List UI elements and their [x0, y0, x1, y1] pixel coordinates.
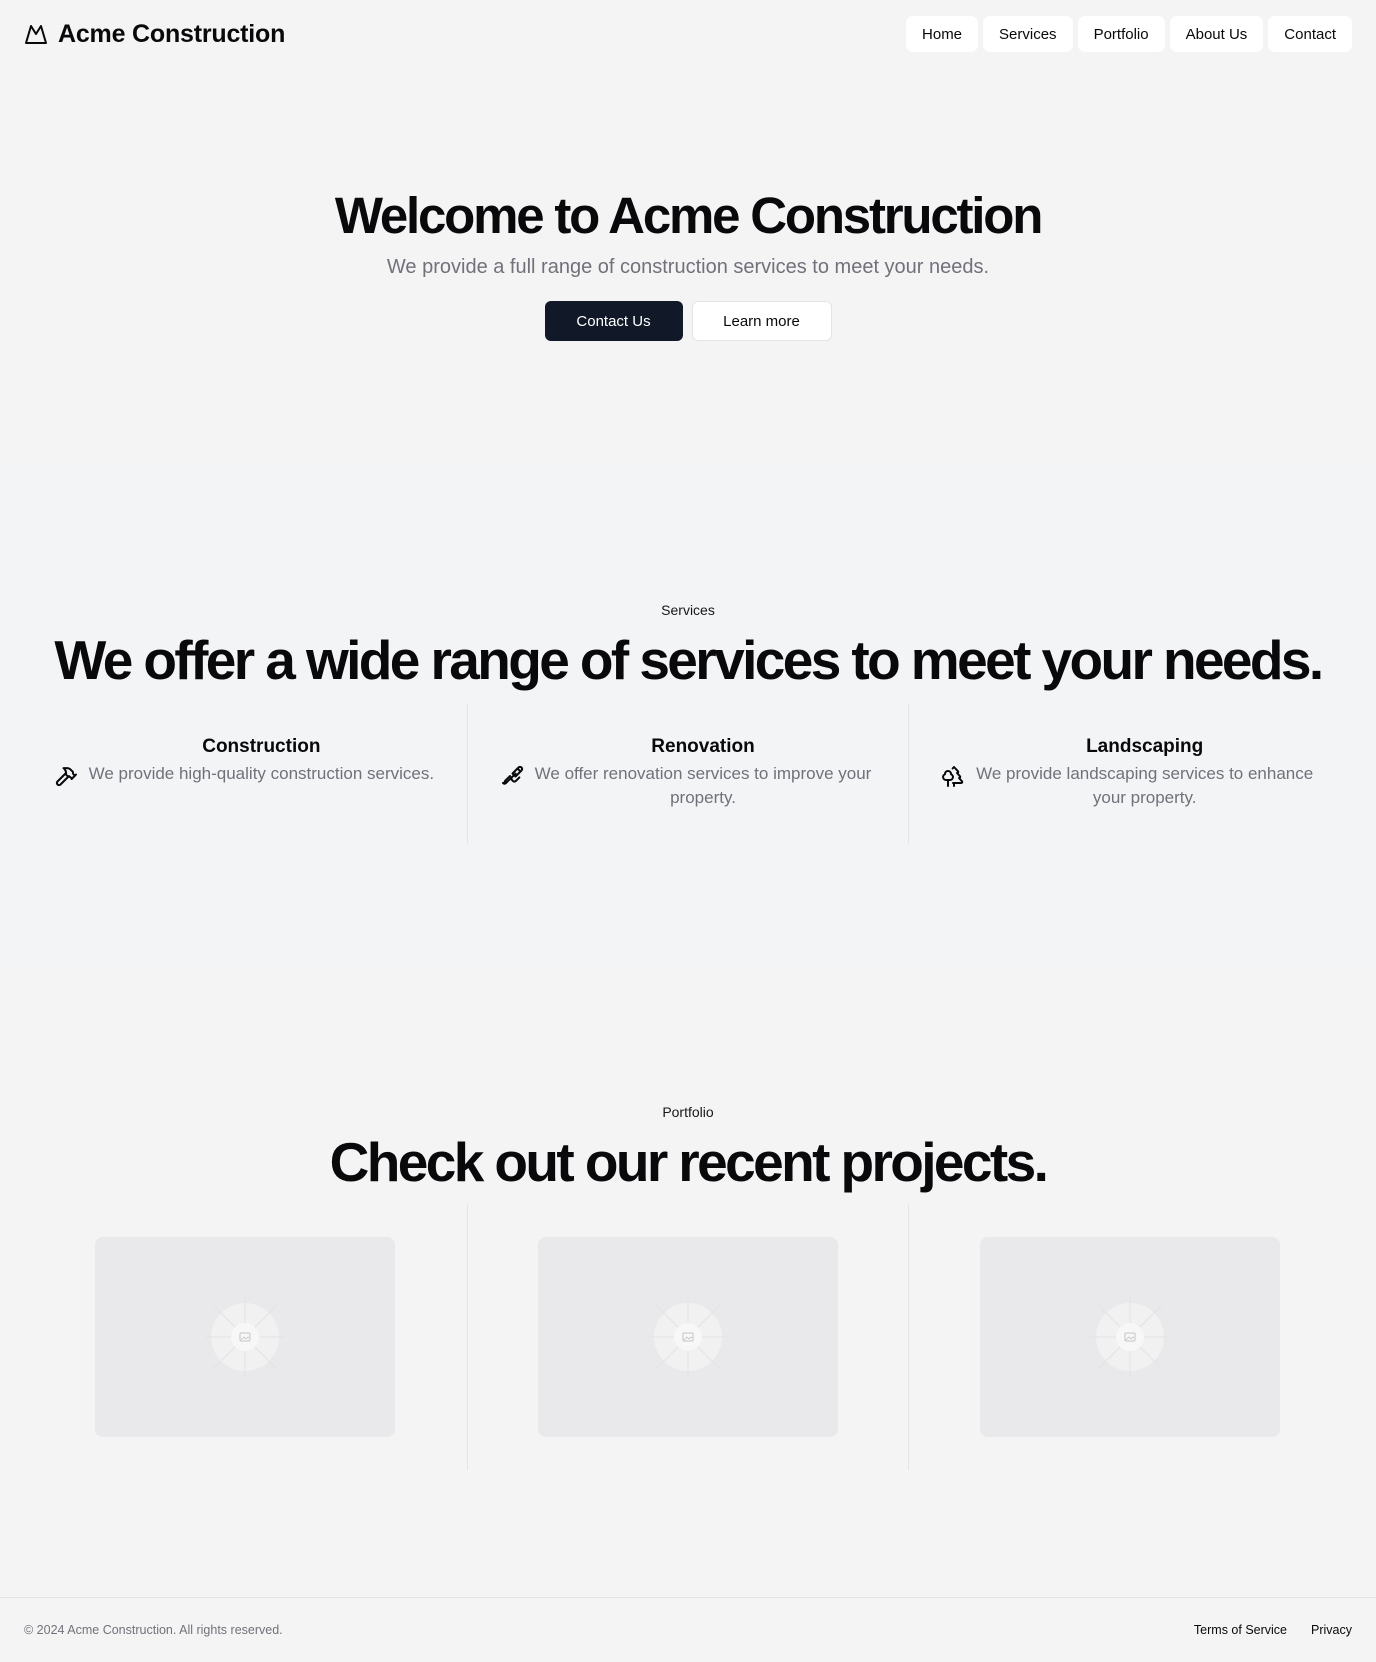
- hero-title: Welcome to Acme Construction: [334, 187, 1044, 244]
- nav-contact[interactable]: Contact: [1268, 16, 1352, 52]
- services-title: We offer a wide range of services to mee…: [54, 629, 1324, 691]
- services-eyebrow: Services: [661, 602, 715, 618]
- terms-of-service-link[interactable]: Terms of Service: [1194, 1623, 1287, 1637]
- service-name: Construction: [202, 736, 321, 757]
- services-section: Services We offer a wide range of servic…: [0, 468, 1376, 970]
- project-card: [908, 1205, 1350, 1470]
- portfolio-title: Check out our recent projects.: [329, 1131, 1049, 1193]
- site-header: Acme Construction Home Services Portfoli…: [0, 0, 1376, 68]
- nav-about-us[interactable]: About Us: [1169, 16, 1264, 52]
- project-thumbnail[interactable]: [95, 1237, 395, 1437]
- service-name: Renovation: [651, 736, 755, 757]
- learn-more-button[interactable]: Learn more: [691, 301, 832, 341]
- mountain-icon: [24, 22, 48, 46]
- image-placeholder-icon: [647, 1297, 728, 1377]
- paintbrush-icon: [501, 764, 525, 788]
- brand-name: Acme Construction: [58, 19, 286, 48]
- service-card-renovation: Renovation We offer renovation services …: [466, 704, 909, 844]
- hero-section: Welcome to Acme Construction We provide …: [0, 68, 1376, 468]
- nav-home[interactable]: Home: [906, 16, 979, 52]
- portfolio-eyebrow: Portfolio: [662, 1104, 714, 1120]
- nav-portfolio[interactable]: Portfolio: [1077, 16, 1165, 52]
- service-name: Landscaping: [1086, 736, 1204, 757]
- trees-icon: [941, 764, 965, 788]
- services-grid: Construction We provide high-quality con…: [26, 704, 1350, 844]
- project-thumbnail[interactable]: [980, 1237, 1281, 1437]
- site-footer: © 2024 Acme Construction. All rights res…: [0, 1597, 1376, 1662]
- nav-services[interactable]: Services: [983, 16, 1073, 52]
- service-description: We provide high-quality construction ser…: [88, 764, 435, 783]
- projects-grid: [26, 1205, 1350, 1470]
- project-thumbnail[interactable]: [537, 1237, 838, 1437]
- footer-links: Terms of Service Privacy: [1194, 1623, 1352, 1637]
- privacy-link[interactable]: Privacy: [1311, 1623, 1352, 1637]
- image-placeholder-icon: [1090, 1297, 1171, 1377]
- contact-us-button[interactable]: Contact Us: [544, 301, 683, 341]
- service-description: We provide landscaping services to enhan…: [976, 764, 1314, 807]
- project-card: [26, 1205, 467, 1470]
- brand[interactable]: Acme Construction: [24, 20, 285, 49]
- hammer-icon: [54, 764, 78, 788]
- main-nav: Home Services Portfolio About Us Contact: [906, 16, 1352, 52]
- portfolio-section: Portfolio Check out our recent projects.: [0, 970, 1376, 1597]
- project-card: [466, 1205, 909, 1470]
- image-placeholder-icon: [205, 1297, 285, 1377]
- page: Acme Construction Home Services Portfoli…: [0, 0, 1376, 1662]
- service-description: We offer renovation services to improve …: [534, 764, 872, 807]
- hero-subtitle: We provide a full range of construction …: [386, 256, 990, 278]
- copyright-text: © 2024 Acme Construction. All rights res…: [24, 1623, 283, 1637]
- service-card-construction: Construction We provide high-quality con…: [26, 704, 467, 844]
- service-card-landscaping: Landscaping We provide landscaping servi…: [908, 704, 1350, 844]
- hero-actions: Contact Us Learn more: [0, 301, 1376, 341]
